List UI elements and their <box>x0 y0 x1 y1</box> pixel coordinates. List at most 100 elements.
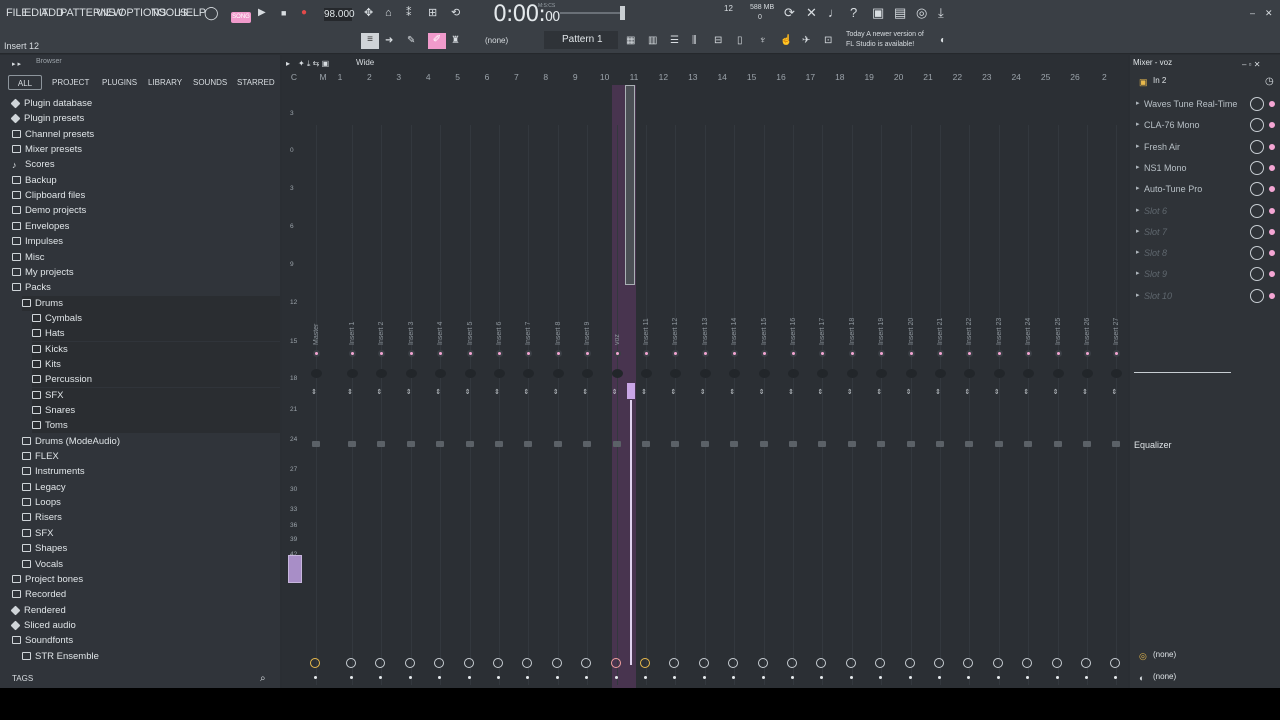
browser-item[interactable]: Drums (ModeAudio) <box>22 434 120 449</box>
pan-knob[interactable] <box>758 369 770 378</box>
pan-knob[interactable] <box>699 369 711 378</box>
master-volume-slider[interactable] <box>560 6 625 20</box>
track-enable-toggle[interactable] <box>878 350 886 357</box>
browser-item[interactable]: STR Ensemble <box>22 649 99 664</box>
mixer-track[interactable]: Insert 3⇕▲ <box>399 125 425 685</box>
mixer-view-icon[interactable]: ≡ <box>361 33 379 49</box>
track-enable-toggle[interactable] <box>731 350 739 357</box>
browser-item[interactable]: Packs <box>12 280 51 295</box>
loop-record-icon[interactable]: ⟲ <box>451 6 460 20</box>
effect-slot[interactable]: ▸ Slot 6 <box>1136 201 1278 221</box>
route-knob[interactable] <box>845 658 856 668</box>
track-enable-toggle[interactable] <box>1084 350 1091 357</box>
volume-fader[interactable] <box>583 441 592 447</box>
pan-knob[interactable] <box>876 369 888 378</box>
pan-knob[interactable] <box>1023 369 1035 378</box>
slot-enable-led[interactable] <box>1269 122 1275 129</box>
pan-knob[interactable] <box>729 369 741 378</box>
browser-item[interactable]: Loops <box>22 495 61 510</box>
slot-mix-knob[interactable] <box>1250 246 1264 261</box>
browser-item[interactable]: Kits <box>32 356 280 372</box>
volume-fader[interactable] <box>671 441 680 447</box>
track-enable-toggle[interactable] <box>1054 350 1062 357</box>
browser-item[interactable]: Vocals <box>22 557 63 572</box>
track-enable-toggle[interactable] <box>907 350 915 357</box>
stereo-icon[interactable]: ⇕ <box>553 389 559 396</box>
slot-enable-led[interactable] <box>1269 186 1275 193</box>
route-indicator[interactable] <box>314 676 317 679</box>
route-knob[interactable] <box>875 658 886 668</box>
minimize-icon[interactable]: – <box>1250 6 1255 20</box>
browser-item[interactable]: Demo projects <box>12 203 86 218</box>
slot-expand-icon[interactable]: ▸ <box>1136 201 1140 221</box>
slot-expand-icon[interactable]: ▸ <box>1136 243 1140 263</box>
stereo-icon[interactable]: ⇕ <box>788 389 794 396</box>
track-enable-toggle[interactable] <box>1025 350 1033 357</box>
stereo-icon[interactable]: ⇕ <box>376 389 382 396</box>
stereo-icon[interactable]: ⇕ <box>494 389 500 396</box>
pan-knob[interactable] <box>846 369 858 378</box>
route-knob[interactable] <box>640 658 650 668</box>
mixer-track[interactable]: Insert 22⇕▲ <box>957 125 983 685</box>
touch-icon[interactable]: ☝ <box>780 34 792 48</box>
slot-mix-knob[interactable] <box>1250 182 1264 197</box>
track-enable-toggle[interactable] <box>1113 350 1121 357</box>
stereo-icon[interactable]: ⇕ <box>994 389 1000 396</box>
slot-mix-knob[interactable] <box>1250 224 1264 239</box>
effect-slot[interactable]: ▸ Slot 7 <box>1136 222 1278 242</box>
slot-expand-icon[interactable]: ▸ <box>1136 94 1140 114</box>
slot-enable-led[interactable] <box>1269 250 1275 257</box>
volume-fader[interactable] <box>1024 441 1033 447</box>
track-enable-toggle[interactable] <box>407 350 415 357</box>
slot-enable-led[interactable] <box>1269 292 1275 299</box>
volume-fader[interactable] <box>642 441 650 447</box>
route-knob[interactable] <box>728 658 739 668</box>
route-knob[interactable] <box>904 658 915 668</box>
track-enable-toggle[interactable] <box>790 350 797 357</box>
browser-item[interactable]: Percussion <box>32 372 280 388</box>
export-icon[interactable]: ▤ <box>894 6 906 20</box>
playlist-icon[interactable]: ▦ <box>626 34 635 48</box>
route-indicator[interactable] <box>1055 676 1059 679</box>
store-icon[interactable]: ⊡ <box>824 34 832 48</box>
mixer-track[interactable]: Insert 16⇕▲ <box>781 125 807 685</box>
route-knob[interactable] <box>963 658 974 668</box>
browser-item[interactable]: ♪ Scores <box>12 157 55 172</box>
stamp-icon[interactable]: ♜ <box>451 34 460 48</box>
route-knob[interactable] <box>934 658 944 668</box>
route-knob[interactable] <box>1022 658 1033 668</box>
effect-slot[interactable]: ▸ Slot 9 <box>1136 264 1278 284</box>
snap-selector[interactable]: (none) <box>485 36 508 45</box>
browser-item[interactable]: FLEX <box>22 449 59 464</box>
pan-knob[interactable] <box>311 369 322 378</box>
effect-slot[interactable]: ▸ CLA-76 Mono <box>1136 115 1278 135</box>
mixer-track[interactable]: Insert 12⇕▲ <box>663 125 689 685</box>
stereo-separation-slider[interactable] <box>1134 372 1231 373</box>
track-enable-toggle[interactable] <box>437 350 445 357</box>
draw-icon[interactable]: ✐ <box>428 33 446 49</box>
slot-mix-knob[interactable] <box>1250 267 1264 282</box>
panic-icon[interactable]: ✕ <box>806 6 817 20</box>
route-knob[interactable] <box>310 658 320 668</box>
stereo-icon[interactable]: ⇕ <box>1053 389 1059 396</box>
mixer-track[interactable]: Insert 17⇕▲ <box>810 125 836 685</box>
volume-fader[interactable] <box>312 441 320 447</box>
route-knob[interactable] <box>551 658 562 668</box>
route-indicator[interactable] <box>408 676 412 679</box>
pan-knob[interactable] <box>582 369 594 378</box>
volume-fader[interactable] <box>553 441 562 447</box>
browser-item[interactable]: Project bones <box>12 572 83 587</box>
mixer-track[interactable]: Master⇕▲ <box>304 125 330 685</box>
slot-mix-knob[interactable] <box>1250 118 1264 133</box>
route-indicator[interactable] <box>908 676 912 679</box>
route-knob[interactable] <box>1081 658 1091 668</box>
volume-fader[interactable] <box>965 441 974 447</box>
help-icon[interactable]: ? <box>850 6 857 20</box>
countdown-icon[interactable]: ⁑ <box>406 6 412 20</box>
mixer-track[interactable]: Insert 21⇕▲ <box>928 125 954 685</box>
stereo-icon[interactable]: ⇕ <box>759 389 765 396</box>
browser-nav-icon[interactable]: ▸ ▸ <box>12 58 21 72</box>
mixer-menu-icon[interactable]: ▸ <box>286 57 290 71</box>
route-indicator[interactable] <box>702 676 706 679</box>
route-indicator[interactable] <box>614 676 618 679</box>
